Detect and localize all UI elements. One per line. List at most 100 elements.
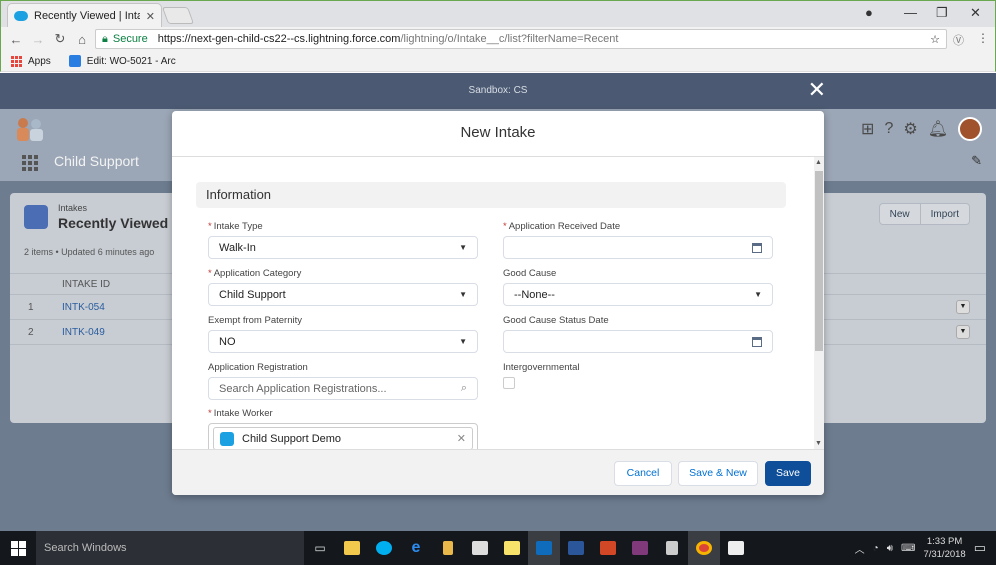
skype-icon[interactable] xyxy=(368,531,400,565)
setup-gear-icon[interactable]: ⚙ xyxy=(903,119,917,139)
onenote-icon[interactable] xyxy=(624,531,656,565)
intake-type-label: Intake Type xyxy=(213,221,263,232)
avatar[interactable] xyxy=(958,117,982,141)
good-cause-status-date-input[interactable] xyxy=(503,330,773,353)
scroll-up-icon[interactable]: ▲ xyxy=(815,159,822,166)
intake-type-select[interactable]: Walk-In ▼ xyxy=(208,236,478,259)
good-cause-field: Good Cause --None-- ▼ xyxy=(503,268,773,306)
calendar-icon[interactable] xyxy=(752,242,762,253)
secure-label: Secure xyxy=(112,33,148,45)
help-icon[interactable]: ? xyxy=(884,120,893,138)
new-tab-button[interactable] xyxy=(161,7,195,24)
user-icon xyxy=(220,431,234,446)
intergovernmental-checkbox[interactable] xyxy=(503,377,515,389)
intake-link[interactable]: INTK-049 xyxy=(62,321,105,345)
exempt-paternity-select[interactable]: NO ▼ xyxy=(208,330,478,353)
back-icon[interactable]: ← xyxy=(5,32,27,47)
address-bar-row: ← → ↻ ⌂ 🔒︎ Secure https://next-gen-child… xyxy=(0,27,996,51)
intake-type-value: Walk-In xyxy=(219,241,256,254)
row-actions-chevron-icon[interactable]: ▼ xyxy=(956,300,970,314)
sticky-notes-icon[interactable] xyxy=(496,531,528,565)
row-number: 1 xyxy=(28,302,34,313)
network-icon[interactable]: ◔ xyxy=(873,543,879,554)
bookmark-apps[interactable]: Apps xyxy=(28,56,51,67)
profile-icon[interactable]: ● xyxy=(865,5,873,20)
required-marker: * xyxy=(208,408,212,419)
bookmarks-bar: Apps Edit: WO-5021 - Arc xyxy=(0,51,996,72)
sandbox-banner: Sandbox: CS xyxy=(0,73,996,109)
calendar-icon[interactable] xyxy=(752,336,762,347)
bookmark-edit-wo[interactable]: Edit: WO-5021 - Arc xyxy=(87,56,176,67)
new-button[interactable]: New xyxy=(878,203,921,225)
search-icon: ⌕ xyxy=(460,382,467,394)
application-category-select[interactable]: Child Support ▼ xyxy=(208,283,478,306)
save-button[interactable]: Save xyxy=(765,461,811,486)
volume-icon[interactable]: 🔊︎ xyxy=(887,543,893,554)
calculator-icon[interactable] xyxy=(656,531,688,565)
url-input[interactable]: 🔒︎ Secure https://next-gen-child-cs22--c… xyxy=(95,29,947,49)
menu-icon[interactable]: ⋮ xyxy=(977,31,989,45)
global-actions-icon[interactable]: ⊞ xyxy=(861,119,874,139)
keepass-icon[interactable] xyxy=(432,531,464,565)
good-cause-status-date-field: Good Cause Status Date xyxy=(503,315,773,353)
intergovernmental-label: Intergovernmental xyxy=(503,362,580,373)
window-close-icon[interactable]: ✕ xyxy=(970,5,981,21)
tab-close-icon[interactable]: ✕ xyxy=(146,10,155,23)
intake-link[interactable]: INTK-054 xyxy=(62,296,105,320)
notifications-bell-icon[interactable]: 🔔︎ xyxy=(928,119,948,139)
url-host: https://next-gen-child-cs22--cs.lightnin… xyxy=(157,33,401,45)
intake-worker-value: Child Support Demo xyxy=(242,432,342,445)
task-view-icon[interactable]: ▭ xyxy=(304,531,336,565)
browser-tab[interactable]: Recently Viewed | Intake ✕ xyxy=(7,3,162,28)
start-button[interactable] xyxy=(0,531,36,565)
video-editor-icon[interactable] xyxy=(720,531,752,565)
good-cause-value: --None-- xyxy=(514,288,555,301)
edit-nav-pencil-icon[interactable]: ✎ xyxy=(971,153,982,169)
import-button[interactable]: Import xyxy=(920,203,970,225)
forward-icon[interactable]: → xyxy=(27,32,49,47)
bookmark-star-icon[interactable]: ☆ xyxy=(930,33,940,46)
taskbar-search[interactable]: Search Windows xyxy=(36,531,304,565)
modal-scrollbar[interactable]: ▲ ▼ xyxy=(814,157,824,449)
show-hidden-icons-icon[interactable]: ︿ xyxy=(855,541,865,556)
chrome-icon[interactable] xyxy=(688,531,720,565)
intake-worker-pill[interactable]: Child Support Demo ✕ xyxy=(213,427,473,449)
modal-body: Information * Intake Type Walk-In ▼ * Appli… xyxy=(172,157,824,449)
extension-icon[interactable]: Ⓥ xyxy=(953,32,964,48)
minimize-icon[interactable]: — xyxy=(904,5,917,20)
application-registration-lookup[interactable]: Search Application Registrations... ⌕ xyxy=(208,377,478,400)
file-explorer-icon[interactable] xyxy=(336,531,368,565)
outlook-icon[interactable] xyxy=(528,531,560,565)
word-icon[interactable] xyxy=(560,531,592,565)
powerpoint-icon[interactable] xyxy=(592,531,624,565)
cancel-button[interactable]: Cancel xyxy=(614,461,672,486)
browser-tabstrip: Recently Viewed | Intake ✕ ● — ❐ ✕ xyxy=(0,0,996,28)
edge-icon[interactable]: e xyxy=(400,531,432,565)
list-view-title[interactable]: Recently Viewed xyxy=(58,215,168,231)
scroll-thumb[interactable] xyxy=(815,171,823,351)
maximize-icon[interactable]: ❐ xyxy=(936,5,948,21)
reload-icon[interactable]: ↻ xyxy=(49,31,71,47)
app-launcher-icon[interactable] xyxy=(22,155,38,171)
received-date-label: Application Received Date xyxy=(508,221,621,232)
list-meta: 2 items • Updated 6 minutes ago xyxy=(24,247,155,257)
store-icon[interactable] xyxy=(464,531,496,565)
modal-close-icon[interactable]: ✕ xyxy=(808,77,826,103)
application-category-label: Application Category xyxy=(213,268,302,279)
intake-worker-lookup[interactable]: Child Support Demo ✕ xyxy=(208,423,478,449)
received-date-input[interactable] xyxy=(503,236,773,259)
section-header[interactable]: Information xyxy=(196,182,786,208)
action-center-icon[interactable]: ▭ xyxy=(974,540,986,556)
required-marker: * xyxy=(208,221,212,232)
home-icon[interactable]: ⌂ xyxy=(71,32,93,47)
clock[interactable]: 1:33 PM 7/31/2018 xyxy=(923,535,965,561)
column-header-intake-id[interactable]: INTAKE ID xyxy=(62,279,110,290)
save-and-new-button[interactable]: Save & New xyxy=(678,461,758,486)
good-cause-select[interactable]: --None-- ▼ xyxy=(503,283,773,306)
list-actions: New Import xyxy=(878,203,970,225)
remove-icon[interactable]: ✕ xyxy=(457,432,466,445)
row-actions-chevron-icon[interactable]: ▼ xyxy=(956,325,970,339)
scroll-down-icon[interactable]: ▼ xyxy=(815,440,822,447)
keyboard-icon[interactable]: ⌨ xyxy=(901,543,915,554)
header-utility-icons: ⊞ ? ⚙ 🔔︎ xyxy=(861,117,982,141)
